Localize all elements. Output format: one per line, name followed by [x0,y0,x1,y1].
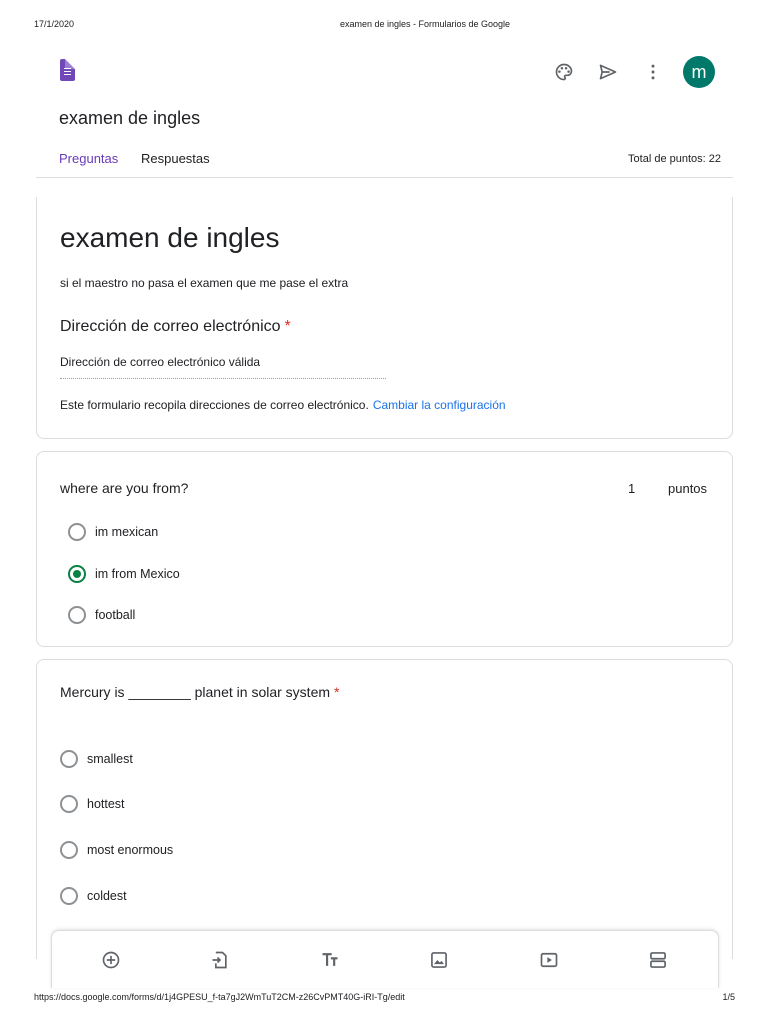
question-card[interactable]: Mercury is ________ planet in solar syst… [36,659,733,959]
palette-icon[interactable] [552,60,576,84]
option-label: coldest [87,889,127,903]
email-note: Este formulario recopila direcciones de … [60,398,506,412]
question-title[interactable]: where are you from? [60,480,188,496]
radio-button[interactable] [68,606,86,624]
add-image-icon[interactable] [428,949,450,971]
question-card[interactable]: where are you from? 1 puntos im mexican … [36,451,733,647]
email-field-underline [60,378,386,379]
radio-option[interactable]: smallest [60,749,133,769]
radio-button[interactable] [60,795,78,813]
print-title: examen de ingles - Formularios de Google [339,19,511,29]
bottom-toolbar [51,930,719,988]
radio-button-checked[interactable] [68,565,86,583]
import-questions-icon[interactable] [209,949,231,971]
more-vert-icon[interactable] [641,60,665,84]
form-title[interactable]: examen de ingles [60,222,279,254]
add-title-icon[interactable] [319,949,341,971]
radio-option[interactable]: im mexican [68,522,158,542]
option-label: football [95,608,136,622]
option-label: im from Mexico [95,567,180,581]
tab-responses[interactable]: Respuestas [141,151,210,166]
change-settings-link[interactable]: Cambiar la configuración [373,398,506,412]
form-description[interactable]: si el maestro no pasa el examen que me p… [60,276,348,290]
radio-option[interactable]: hottest [60,794,125,814]
radio-button[interactable] [60,841,78,859]
radio-button[interactable] [60,750,78,768]
required-mark: * [284,318,291,335]
radio-option[interactable]: football [68,605,135,625]
email-label: Dirección de correo electrónico * [60,318,291,336]
add-section-icon[interactable] [647,949,669,971]
email-note-text: Este formulario recopila direcciones de … [60,398,369,412]
forms-logo-icon[interactable] [60,59,75,81]
option-label: hottest [87,797,125,811]
option-label: im mexican [95,525,159,539]
tabs-divider [36,177,733,178]
radio-button[interactable] [60,887,78,905]
email-field[interactable]: Dirección de correo electrónico válida [60,355,260,369]
total-points: Total de puntos: 22 [628,153,721,165]
tab-questions[interactable]: Preguntas [59,151,118,166]
radio-option[interactable]: most enormous [60,840,173,860]
form-name[interactable]: examen de ingles [59,108,200,129]
email-label-text: Dirección de correo electrónico [60,318,281,335]
question-title-text: Mercury is ________ planet in solar syst… [60,684,331,700]
question-points[interactable]: 1 [628,481,635,496]
add-video-icon[interactable] [538,949,560,971]
radio-option-selected[interactable]: im from Mexico [68,564,180,584]
option-label: smallest [87,752,133,766]
radio-option[interactable]: coldest [60,886,127,906]
required-mark: * [334,684,340,700]
print-page-number: 1/5 [722,992,735,1002]
send-icon[interactable] [596,60,620,84]
form-header-card: examen de ingles si el maestro no pasa e… [36,197,733,439]
add-question-icon[interactable] [100,949,122,971]
points-label: puntos [668,481,708,496]
question-title[interactable]: Mercury is ________ planet in solar syst… [60,684,339,700]
avatar[interactable]: m [683,56,715,88]
option-label: most enormous [87,843,174,857]
print-header: 17/1/2020 examen de ingles - Formularios… [0,19,768,33]
radio-button[interactable] [68,523,86,541]
print-footer: https://docs.google.com/forms/d/1j4GPESU… [0,992,768,1006]
print-url: https://docs.google.com/forms/d/1j4GPESU… [34,992,405,1002]
